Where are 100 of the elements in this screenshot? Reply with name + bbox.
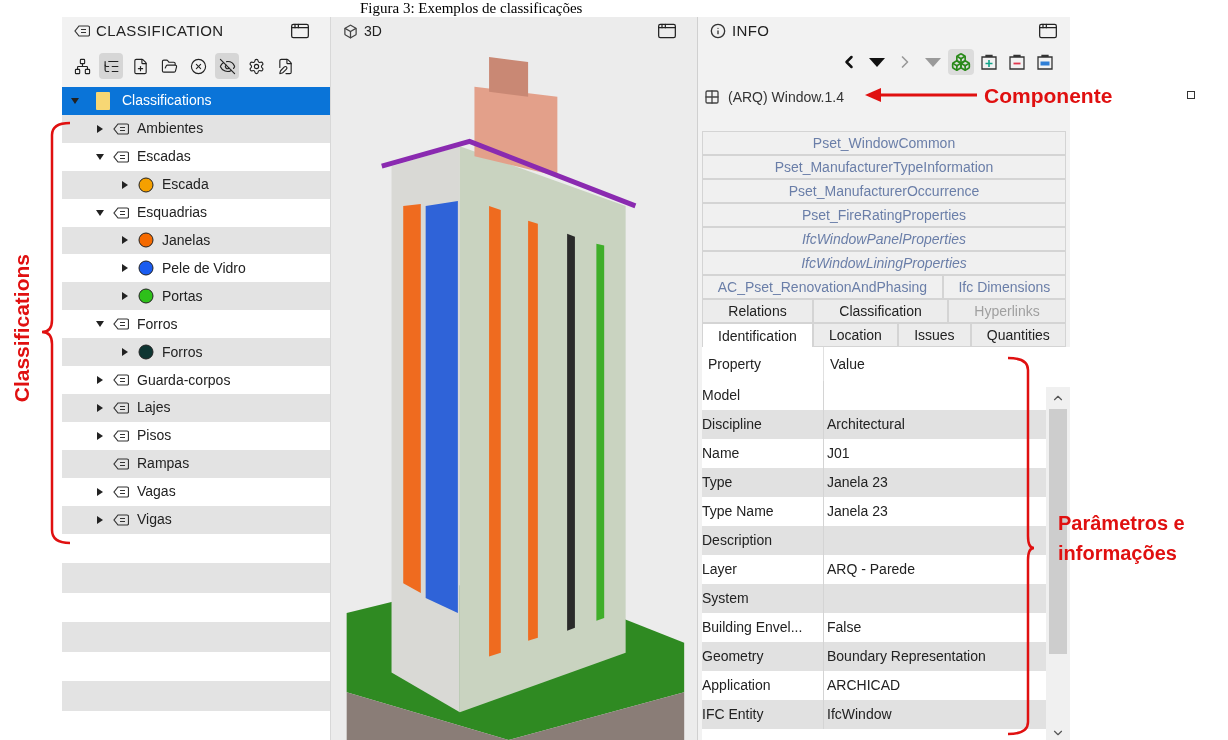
property-cell-text: Model: [702, 386, 742, 405]
info-icon: [710, 23, 726, 39]
tree-item-label: Vigas: [137, 510, 172, 530]
label-icon: [113, 429, 129, 442]
tree-item-label: Escada: [162, 175, 209, 195]
tree-item-label: Classifications: [122, 91, 212, 111]
tree-item[interactable]: Escadas: [62, 142, 330, 171]
tree-item[interactable]: Vigas: [62, 505, 330, 534]
toolbar-button[interactable]: [215, 53, 239, 79]
property-cell-text: Application: [702, 676, 772, 695]
tab[interactable]: Issues: [898, 323, 971, 347]
value-cell-text: Boundary Representation: [827, 647, 986, 666]
label-icon: [113, 206, 129, 219]
annotation-label: Parâmetros e informações: [1058, 511, 1186, 566]
maximize-icon[interactable]: [657, 21, 677, 41]
tree-item[interactable]: Classifications: [62, 87, 330, 115]
caret-icon[interactable]: [121, 180, 129, 189]
dropdown-icon[interactable]: [869, 57, 885, 67]
add-bag-icon[interactable]: [980, 53, 998, 71]
property-cell-text: Discipline: [702, 415, 763, 434]
caret-icon[interactable]: [121, 264, 129, 273]
hierarchy-icon: [73, 57, 91, 75]
caret-icon[interactable]: [121, 236, 129, 245]
component-icon: [704, 89, 720, 105]
tree-item[interactable]: Vagas: [62, 477, 330, 506]
property-cell-text: Building Envel...: [702, 618, 804, 637]
caret-icon[interactable]: [96, 320, 104, 329]
caret-icon[interactable]: [121, 348, 129, 357]
tree-item[interactable]: Esquadrias: [62, 198, 330, 227]
remove-bag-icon[interactable]: [1008, 53, 1026, 71]
caret-icon[interactable]: [96, 487, 104, 496]
caret-icon[interactable]: [96, 152, 104, 161]
tree-item-label: Forros: [137, 314, 178, 334]
caret-icon[interactable]: [96, 124, 104, 133]
property-cell-text: Layer: [702, 560, 739, 579]
tab[interactable]: AC_Pset_RenovationAndPhasing: [702, 275, 943, 299]
tree-item-label: Vagas: [137, 482, 176, 502]
caret-icon[interactable]: [96, 515, 104, 524]
tree-item[interactable]: Rampas: [62, 449, 330, 478]
panel-title: 3D: [364, 21, 382, 41]
caret-icon[interactable]: [96, 208, 104, 217]
toolbar-button[interactable]: [99, 53, 123, 79]
tab[interactable]: Pset_FireRatingProperties: [702, 203, 1066, 227]
tree-item[interactable]: Forros: [62, 310, 330, 339]
label-icon: [74, 25, 90, 37]
tab[interactable]: Location: [812, 323, 898, 347]
tree-item[interactable]: Pele de Vidro: [62, 254, 330, 283]
clear-icon: [189, 57, 207, 75]
caret-icon[interactable]: [96, 431, 104, 440]
property-cell-text: Type Name: [702, 502, 775, 521]
annotation-label: Classifications: [9, 254, 34, 403]
tree-item-label: Pele de Vidro: [162, 258, 246, 278]
tree-item-label: Lajes: [137, 398, 171, 418]
tree-item[interactable]: Janelas: [62, 226, 330, 255]
tab[interactable]: Ifc Dimensions: [942, 275, 1066, 299]
value-cell-text: Janela 23: [827, 502, 888, 521]
equal-bag-icon[interactable]: [1036, 53, 1054, 71]
value-cell-text: False: [827, 618, 862, 637]
caret-icon[interactable]: [96, 403, 104, 412]
tab[interactable]: Pset_ManufacturerOccurrence: [702, 179, 1066, 203]
figure-caption: Figura 3: Exemplos de classificações: [360, 0, 583, 17]
tab[interactable]: Relations: [702, 299, 813, 323]
model-icon[interactable]: [951, 52, 971, 72]
tab[interactable]: Pset_WindowCommon: [702, 131, 1066, 155]
property-cell-text: Description: [702, 531, 774, 550]
value-cell-text: ARQ - Parede: [827, 560, 915, 579]
tree-item[interactable]: Ambientes: [62, 114, 330, 143]
folder-icon: [160, 57, 178, 75]
annotation-label: Componente: [984, 83, 1113, 109]
tree-item-label: Escadas: [137, 147, 191, 167]
tree-item[interactable]: Lajes: [62, 393, 330, 422]
new-file-icon: [131, 57, 149, 75]
tree-item[interactable]: Escada: [62, 170, 330, 199]
caret-icon[interactable]: [121, 292, 129, 301]
property-cell-text: Geometry: [702, 647, 765, 666]
tab[interactable]: Identification: [702, 323, 813, 349]
label-icon: [113, 513, 129, 526]
label-icon: [113, 150, 129, 163]
tree-item[interactable]: Portas: [62, 282, 330, 311]
tree-item[interactable]: Guarda-corpos: [62, 366, 330, 394]
label-icon: [113, 374, 129, 386]
component-name: (ARQ) Window.1.4: [728, 87, 844, 107]
tab[interactable]: IfcWindowPanelProperties: [702, 227, 1066, 251]
panel-title: CLASSIFICATION: [96, 20, 224, 41]
tab[interactable]: Quantities: [970, 323, 1066, 347]
tree-item[interactable]: Pisos: [62, 421, 330, 450]
column-header[interactable]: Property: [702, 347, 823, 381]
tree-item[interactable]: Forros: [62, 338, 330, 367]
caret-icon[interactable]: [96, 376, 104, 384]
maximize-icon[interactable]: [290, 21, 310, 41]
property-cell-text: Type: [702, 473, 734, 492]
label-icon: [113, 122, 129, 135]
tab[interactable]: Classification: [812, 299, 949, 323]
tab[interactable]: Pset_ManufacturerTypeInformation: [702, 155, 1066, 179]
tree-item-label: Janelas: [162, 231, 211, 250]
tree-item-label: Esquadrias: [137, 203, 208, 223]
tree-item-label: Rampas: [137, 454, 190, 474]
tab[interactable]: IfcWindowLiningProperties: [702, 251, 1066, 275]
label-icon: [113, 318, 129, 331]
maximize-icon[interactable]: [1038, 21, 1058, 41]
